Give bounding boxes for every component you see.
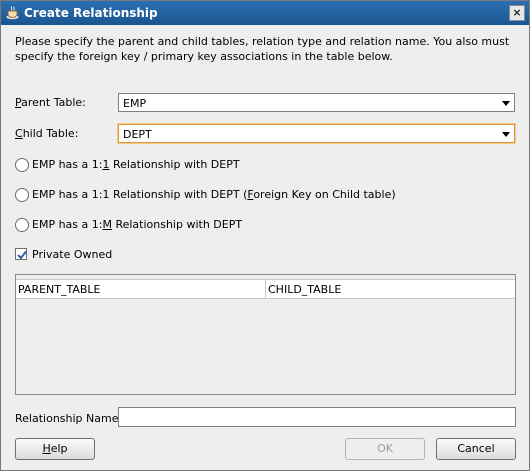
column-header-parent-table[interactable]: PARENT_TABLE: [18, 283, 101, 296]
ok-button[interactable]: OK: [345, 438, 425, 460]
private-owned-label: Private Owned: [32, 248, 113, 261]
radio-button[interactable]: [15, 218, 29, 232]
help-button[interactable]: Help: [15, 438, 95, 460]
radio-label: EMP has a 1:1 Relationship with DEPT: [32, 158, 240, 171]
relationship-name-label: Relationship Name:: [15, 412, 123, 425]
child-table-label: Child Table:: [15, 127, 79, 140]
relationship-name-input[interactable]: [118, 407, 516, 427]
cancel-button[interactable]: Cancel: [436, 438, 516, 460]
window-title: Create Relationship: [24, 6, 158, 20]
column-header-child-table[interactable]: CHILD_TABLE: [268, 283, 341, 296]
table-header: PARENT_TABLE CHILD_TABLE: [16, 279, 515, 299]
key-association-table[interactable]: PARENT_TABLE CHILD_TABLE: [15, 274, 516, 395]
chevron-down-icon[interactable]: [502, 101, 510, 106]
checkbox-box[interactable]: [15, 248, 27, 260]
create-relationship-dialog: Create Relationship × Please specify the…: [0, 0, 530, 471]
parent-table-value: EMP: [123, 97, 147, 110]
parent-table-select[interactable]: EMP: [118, 93, 515, 112]
radio-label: EMP has a 1:M Relationship with DEPT: [32, 218, 243, 231]
chevron-down-icon[interactable]: [502, 132, 510, 137]
radio-label: EMP has a 1:1 Relationship with DEPT (Fo…: [32, 188, 396, 201]
radio-button[interactable]: [15, 158, 29, 172]
child-table-value: DEPT: [123, 128, 152, 141]
checkmark-icon: [17, 250, 27, 260]
radio-button[interactable]: [15, 188, 29, 202]
column-divider[interactable]: [265, 280, 266, 298]
instructions-text: Please specify the parent and child tabl…: [15, 35, 510, 63]
child-table-select[interactable]: DEPT: [118, 124, 515, 143]
app-cup-icon: [6, 6, 19, 20]
title-bar[interactable]: Create Relationship ×: [1, 1, 529, 25]
parent-table-label: Parent Table:: [15, 96, 86, 109]
close-button[interactable]: ×: [509, 5, 525, 21]
